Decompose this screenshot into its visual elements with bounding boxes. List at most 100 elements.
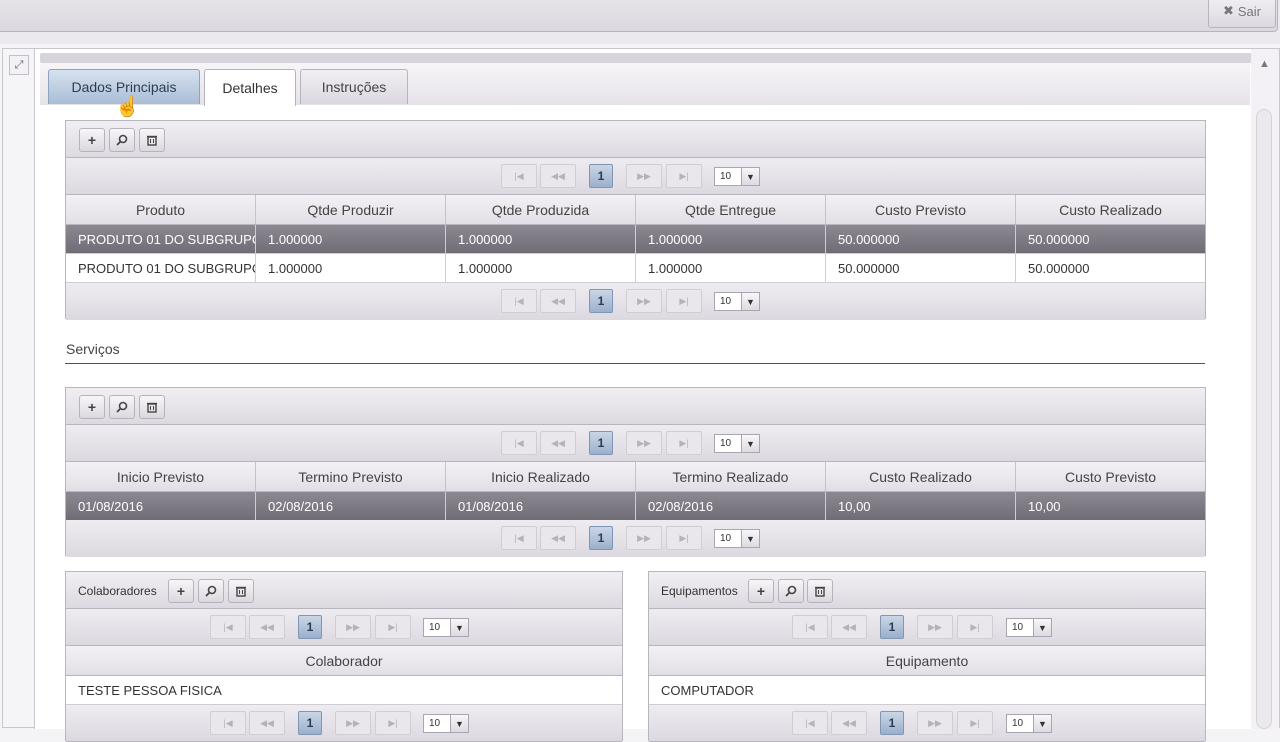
delete-button[interactable] xyxy=(807,579,833,603)
next-page-button[interactable]: ▶▶ xyxy=(917,711,953,735)
table-row[interactable]: COMPUTADOR xyxy=(649,676,1205,705)
last-page-button[interactable]: ▶| xyxy=(957,711,993,735)
delete-button[interactable] xyxy=(139,128,165,152)
search-button[interactable] xyxy=(198,579,224,603)
table-row[interactable]: TESTE PESSOA FISICA xyxy=(66,676,622,705)
page-size-value: 10 xyxy=(720,171,732,182)
last-page-button[interactable]: ▶| xyxy=(957,615,993,639)
page-size-select[interactable]: 10 ▼ xyxy=(1006,714,1052,733)
page-size-select[interactable]: 10 ▼ xyxy=(714,434,760,453)
table-cell: 1.000000 xyxy=(446,254,636,282)
search-button[interactable] xyxy=(778,579,804,603)
sair-button[interactable]: ✖ Sair xyxy=(1208,0,1276,28)
first-page-button[interactable]: |◀ xyxy=(501,164,537,188)
table-cell: 1.000000 xyxy=(446,225,636,253)
column-header[interactable]: Qtde Produzida xyxy=(446,195,636,224)
add-button[interactable]: + xyxy=(79,395,105,419)
column-header[interactable]: Custo Previsto xyxy=(826,195,1016,224)
table-cell: COMPUTADOR xyxy=(661,682,754,698)
table-row[interactable]: PRODUTO 01 DO SUBGRUPO 1.000000 1.000000… xyxy=(66,225,1205,254)
current-page[interactable]: 1 xyxy=(589,164,613,188)
vertical-scrollbar[interactable]: ▲ xyxy=(1251,49,1279,729)
last-page-button[interactable]: ▶| xyxy=(666,526,702,550)
delete-button[interactable] xyxy=(139,395,165,419)
page-size-select[interactable]: 10 ▼ xyxy=(714,167,760,186)
top-bar-panel xyxy=(0,0,1278,32)
prev-page-button[interactable]: ◀◀ xyxy=(540,526,576,550)
prev-page-button[interactable]: ◀◀ xyxy=(540,289,576,313)
column-header[interactable]: Equipamento xyxy=(649,646,1205,675)
scrollbar-thumb[interactable] xyxy=(1256,109,1272,729)
first-page-button[interactable]: |◀ xyxy=(210,615,246,639)
colaboradores-pager: |◀ ◀◀ 1 ▶▶ ▶| 10 ▼ xyxy=(66,609,622,646)
add-button[interactable]: + xyxy=(79,128,105,152)
search-icon xyxy=(205,585,217,597)
next-page-button[interactable]: ▶▶ xyxy=(335,711,371,735)
page-size-select[interactable]: 10 ▼ xyxy=(714,292,760,311)
prev-page-button[interactable]: ◀◀ xyxy=(831,615,867,639)
next-page-button[interactable]: ▶▶ xyxy=(917,615,953,639)
prev-page-button[interactable]: ◀◀ xyxy=(540,164,576,188)
first-page-button[interactable]: |◀ xyxy=(501,431,537,455)
table-cell: PRODUTO 01 DO SUBGRUPO xyxy=(66,225,256,253)
current-page[interactable]: 1 xyxy=(880,615,904,639)
last-page-button[interactable]: ▶| xyxy=(666,164,702,188)
add-button[interactable]: + xyxy=(748,579,774,603)
column-header[interactable]: Produto xyxy=(66,195,256,224)
servicos-toolbar: + xyxy=(66,388,1205,425)
trash-icon xyxy=(147,402,157,413)
page-size-select[interactable]: 10 ▼ xyxy=(423,618,469,637)
add-button[interactable]: + xyxy=(168,579,194,603)
tab-instrucoes[interactable]: Instruções xyxy=(300,69,408,104)
column-header[interactable]: Inicio Realizado xyxy=(446,462,636,491)
page-size-select[interactable]: 10 ▼ xyxy=(1006,618,1052,637)
column-header[interactable]: Colaborador xyxy=(66,646,622,675)
prev-page-button[interactable]: ◀◀ xyxy=(249,615,285,639)
column-header[interactable]: Termino Realizado xyxy=(636,462,826,491)
current-page[interactable]: 1 xyxy=(298,615,322,639)
next-page-button[interactable]: ▶▶ xyxy=(626,526,662,550)
chevron-up-icon[interactable]: ▲ xyxy=(1259,58,1270,70)
column-header[interactable]: Custo Previsto xyxy=(1016,462,1205,491)
first-page-button[interactable]: |◀ xyxy=(501,289,537,313)
search-button[interactable] xyxy=(109,395,135,419)
next-page-button[interactable]: ▶▶ xyxy=(626,431,662,455)
first-page-button[interactable]: |◀ xyxy=(501,526,537,550)
last-page-button[interactable]: ▶| xyxy=(666,431,702,455)
current-page[interactable]: 1 xyxy=(589,289,613,313)
first-page-button[interactable]: |◀ xyxy=(792,615,828,639)
current-page[interactable]: 1 xyxy=(589,526,613,550)
current-page[interactable]: 1 xyxy=(589,431,613,455)
table-cell: 02/08/2016 xyxy=(636,492,826,520)
table-row[interactable]: PRODUTO 01 DO SUBGRUPO 1.000000 1.000000… xyxy=(66,254,1205,283)
next-page-button[interactable]: ▶▶ xyxy=(335,615,371,639)
last-page-button[interactable]: ▶| xyxy=(375,615,411,639)
column-header[interactable]: Termino Previsto xyxy=(256,462,446,491)
search-icon xyxy=(785,585,797,597)
column-header[interactable]: Custo Realizado xyxy=(826,462,1016,491)
first-page-button[interactable]: |◀ xyxy=(792,711,828,735)
prev-page-button[interactable]: ◀◀ xyxy=(831,711,867,735)
last-page-button[interactable]: ▶| xyxy=(666,289,702,313)
column-header[interactable]: Inicio Previsto xyxy=(66,462,256,491)
current-page[interactable]: 1 xyxy=(298,711,322,735)
first-page-button[interactable]: |◀ xyxy=(210,711,246,735)
delete-button[interactable] xyxy=(228,579,254,603)
page-size-select[interactable]: 10 ▼ xyxy=(714,529,760,548)
prev-page-button[interactable]: ◀◀ xyxy=(540,431,576,455)
chevron-down-icon: ▼ xyxy=(741,530,759,547)
page-size-select[interactable]: 10 ▼ xyxy=(423,714,469,733)
next-page-button[interactable]: ▶▶ xyxy=(626,289,662,313)
prev-page-button[interactable]: ◀◀ xyxy=(249,711,285,735)
column-header[interactable]: Custo Realizado xyxy=(1016,195,1205,224)
current-page[interactable]: 1 xyxy=(880,711,904,735)
column-header[interactable]: Qtde Produzir xyxy=(256,195,446,224)
column-header[interactable]: Qtde Entregue xyxy=(636,195,826,224)
table-row[interactable]: 01/08/2016 02/08/2016 01/08/2016 02/08/2… xyxy=(66,492,1205,521)
tab-detalhes[interactable]: Detalhes xyxy=(204,69,296,106)
maximize-icon[interactable]: ⤢ xyxy=(9,55,29,75)
search-button[interactable] xyxy=(109,128,135,152)
next-page-button[interactable]: ▶▶ xyxy=(626,164,662,188)
last-page-button[interactable]: ▶| xyxy=(375,711,411,735)
hand-cursor-icon: ☝ xyxy=(115,96,140,118)
